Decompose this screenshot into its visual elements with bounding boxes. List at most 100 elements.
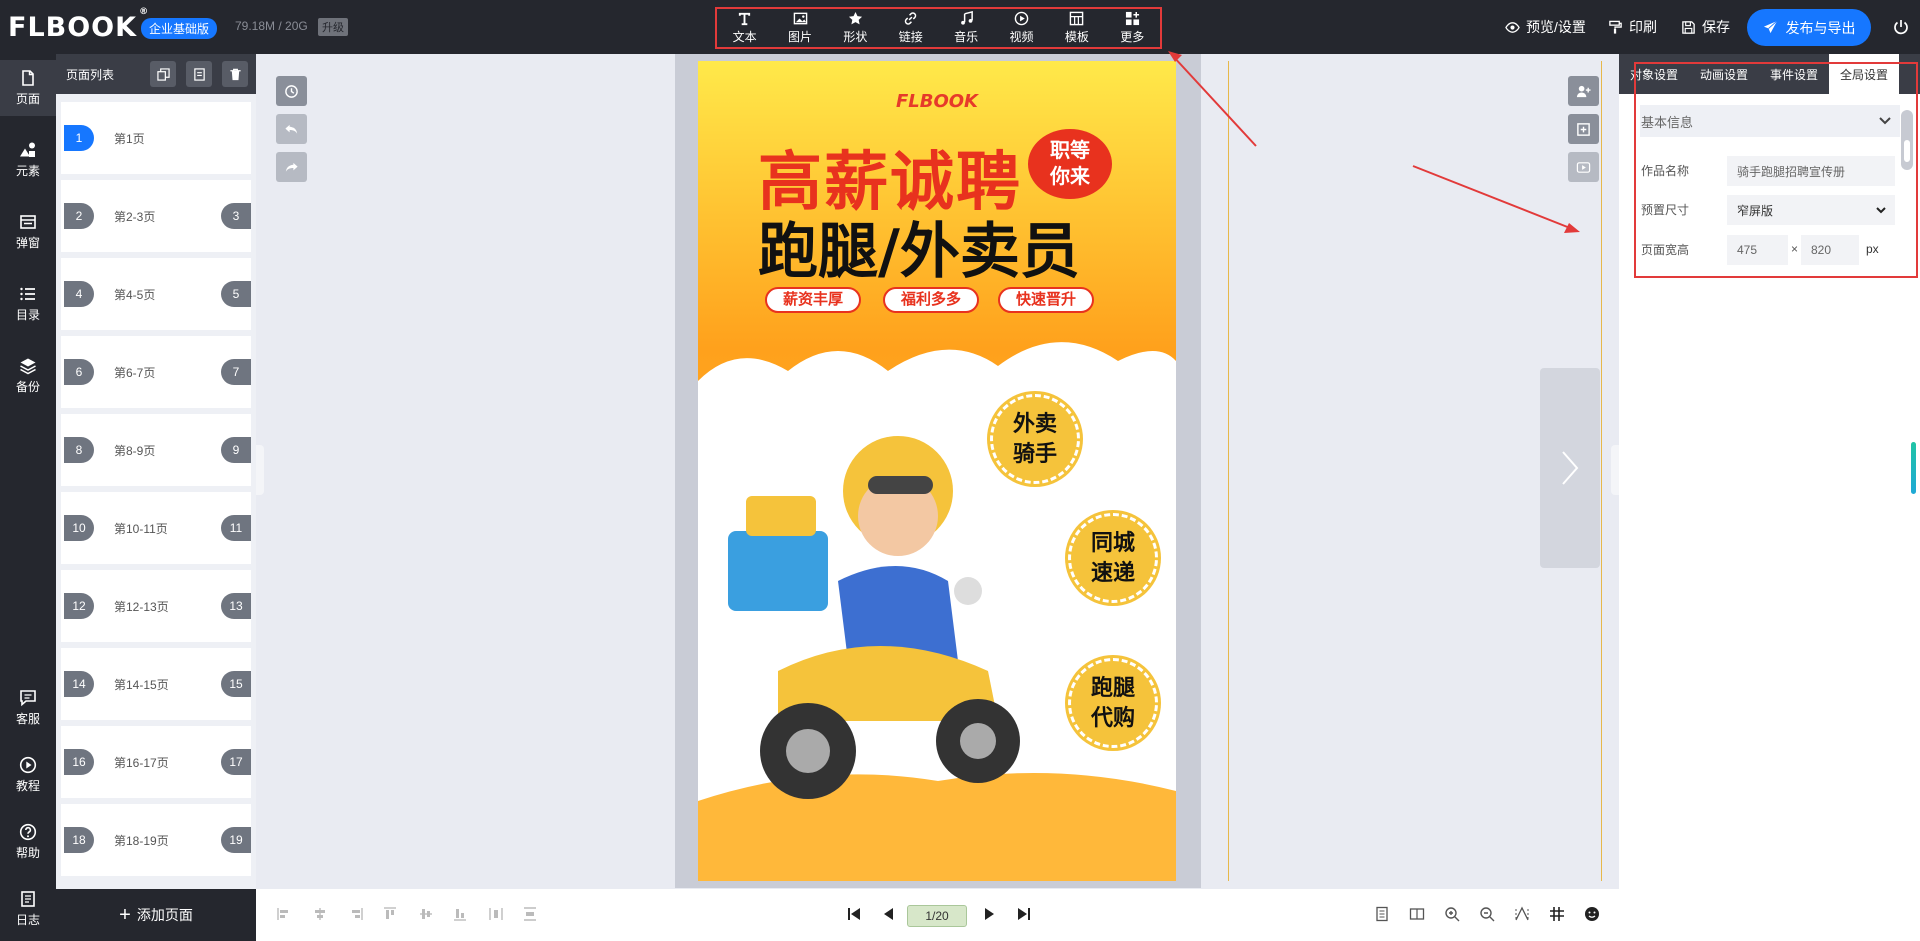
poster-canvas[interactable]: FLBOOK 高薪诚聘 职等 你来 跑腿/外卖员 薪资丰厚 福利多多 快速晋升 … bbox=[698, 61, 1176, 881]
next-page-arrow[interactable] bbox=[1540, 368, 1600, 568]
page-list-item[interactable]: 18 第18-19页 19 bbox=[61, 804, 251, 876]
page-number-badge: 3 bbox=[221, 203, 251, 229]
tab-object-settings[interactable]: 对象设置 bbox=[1619, 54, 1689, 94]
collapse-panel-handle[interactable] bbox=[256, 445, 264, 495]
page-label: 第18-19页 bbox=[114, 834, 169, 848]
upgrade-link[interactable]: 升级 bbox=[318, 18, 348, 36]
tool-shape[interactable]: 形状 bbox=[828, 9, 883, 47]
tool-text[interactable]: 文本 bbox=[717, 9, 772, 47]
align-top-icon[interactable] bbox=[382, 906, 398, 922]
rail-help[interactable]: 帮助 bbox=[0, 814, 56, 870]
top-bar: FLBOOK ® 企业基础版 79.18M / 20G 升级 文本 图片 形状 链… bbox=[0, 0, 1920, 54]
page-list-item[interactable]: 10 第10-11页 11 bbox=[61, 492, 251, 564]
save-button[interactable]: 保存 bbox=[1681, 0, 1730, 54]
add-page-button[interactable]: + 添加页面 bbox=[56, 889, 256, 941]
first-page-icon[interactable] bbox=[846, 906, 862, 922]
rail-log[interactable]: 日志 bbox=[0, 881, 56, 937]
page-width-input[interactable] bbox=[1727, 235, 1788, 265]
preset-size-select[interactable]: 窄屏版 bbox=[1727, 195, 1895, 225]
page-list-item[interactable]: 12 第12-13页 13 bbox=[61, 570, 251, 642]
rail-popups[interactable]: 弹窗 bbox=[0, 204, 56, 260]
grid-icon[interactable] bbox=[1549, 906, 1565, 922]
rail-elements[interactable]: 元素 bbox=[0, 132, 56, 188]
align-left-icon[interactable] bbox=[276, 906, 292, 922]
tab-global-settings[interactable]: 全局设置 bbox=[1829, 54, 1899, 94]
align-right-icon[interactable] bbox=[348, 906, 364, 922]
rail-toc[interactable]: 目录 bbox=[0, 276, 56, 332]
duplicate-page-button[interactable] bbox=[150, 61, 176, 87]
rail-support[interactable]: 客服 bbox=[0, 680, 56, 736]
page-number-badge: 14 bbox=[64, 671, 94, 697]
page-number-badge: 9 bbox=[221, 437, 251, 463]
redo-button[interactable] bbox=[276, 152, 307, 182]
publish-export-button[interactable]: 发布与导出 bbox=[1747, 9, 1871, 46]
align-middle-icon[interactable] bbox=[418, 906, 434, 922]
collapse-right-handle[interactable] bbox=[1611, 445, 1619, 495]
history-button[interactable] bbox=[276, 76, 307, 106]
side-indicator[interactable] bbox=[1911, 442, 1916, 494]
page-list-item[interactable]: 1 第1页 bbox=[61, 102, 251, 174]
page-icon bbox=[22, 70, 34, 86]
page-list-panel: 页面列表 1 第1页 2 第2-3页 3 4 第4-5页 5 6 第6-7页 7 8 第8-9页 9 10 第… bbox=[56, 54, 256, 941]
rail-tutorial[interactable]: 教程 bbox=[0, 747, 56, 803]
rail-pages[interactable]: 页面 bbox=[0, 60, 56, 116]
star-icon bbox=[848, 11, 862, 25]
distribute-horizontal-icon[interactable] bbox=[488, 906, 504, 922]
add-section-button[interactable] bbox=[1568, 114, 1599, 144]
play-preview-button[interactable] bbox=[1568, 152, 1599, 182]
page-list-item[interactable]: 8 第8-9页 9 bbox=[61, 414, 251, 486]
align-bottom-icon[interactable] bbox=[452, 906, 468, 922]
guide-line bbox=[1228, 61, 1229, 881]
work-name-input[interactable] bbox=[1727, 156, 1895, 186]
tool-link[interactable]: 链接 bbox=[883, 9, 938, 47]
page-indicator[interactable]: 1/20 bbox=[907, 905, 967, 927]
poster-bubble: 职等 你来 bbox=[1028, 129, 1112, 199]
poster-subhead: 跑腿/外卖员 bbox=[758, 217, 1080, 287]
times-sign: × bbox=[1791, 242, 1799, 256]
page-list-item[interactable]: 6 第6-7页 7 bbox=[61, 336, 251, 408]
log-icon bbox=[21, 891, 35, 907]
panel-scroll-thumb[interactable] bbox=[1904, 140, 1910, 162]
preview-settings-button[interactable]: 预览/设置 bbox=[1505, 0, 1586, 54]
delete-page-button[interactable] bbox=[222, 61, 248, 87]
add-collaborator-button[interactable] bbox=[1568, 76, 1599, 106]
last-page-icon[interactable] bbox=[1016, 906, 1032, 922]
print-button[interactable]: 印刷 bbox=[1608, 0, 1657, 54]
page-list-item[interactable]: 2 第2-3页 3 bbox=[61, 180, 251, 252]
tool-music[interactable]: 音乐 bbox=[939, 9, 994, 47]
align-center-icon[interactable] bbox=[312, 906, 328, 922]
zoom-out-icon[interactable] bbox=[1479, 906, 1495, 922]
add-user-icon bbox=[1576, 85, 1591, 97]
work-name-label: 作品名称 bbox=[1641, 164, 1690, 178]
page-list-item[interactable]: 4 第4-5页 5 bbox=[61, 258, 251, 330]
distribute-vertical-icon[interactable] bbox=[522, 906, 538, 922]
page-list-item[interactable]: 16 第16-17页 17 bbox=[61, 726, 251, 798]
page-number-badge: 13 bbox=[221, 593, 251, 619]
single-page-view-icon[interactable] bbox=[1374, 906, 1390, 922]
text-icon bbox=[739, 12, 751, 26]
tool-video[interactable]: 视频 bbox=[994, 9, 1049, 47]
page-number-badge: 5 bbox=[221, 281, 251, 307]
edition-badge: 企业基础版 bbox=[141, 18, 218, 39]
tab-animation-settings[interactable]: 动画设置 bbox=[1689, 54, 1759, 94]
prev-page-icon[interactable] bbox=[881, 906, 897, 922]
zoom-in-icon[interactable] bbox=[1444, 906, 1460, 922]
tool-template[interactable]: 模板 bbox=[1049, 9, 1104, 47]
tool-more[interactable]: 更多 bbox=[1105, 9, 1160, 47]
page-height-input[interactable] bbox=[1801, 235, 1859, 265]
basic-info-section-header[interactable]: 基本信息 bbox=[1640, 105, 1900, 137]
next-page-icon[interactable] bbox=[981, 906, 997, 922]
power-icon[interactable] bbox=[1893, 19, 1909, 35]
page-label: 第8-9页 bbox=[114, 444, 156, 458]
ruler-icon[interactable] bbox=[1514, 906, 1530, 922]
tab-event-settings[interactable]: 事件设置 bbox=[1759, 54, 1829, 94]
undo-button[interactable] bbox=[276, 114, 307, 144]
smiley-icon[interactable] bbox=[1584, 906, 1600, 922]
page-settings-button[interactable] bbox=[186, 61, 212, 87]
tool-image[interactable]: 图片 bbox=[772, 9, 827, 47]
logo[interactable]: FLBOOK ® bbox=[8, 7, 149, 43]
redo-icon bbox=[285, 162, 298, 172]
rail-backup[interactable]: 备份 bbox=[0, 348, 56, 404]
page-list-item[interactable]: 14 第14-15页 15 bbox=[61, 648, 251, 720]
double-page-view-icon[interactable] bbox=[1409, 906, 1425, 922]
